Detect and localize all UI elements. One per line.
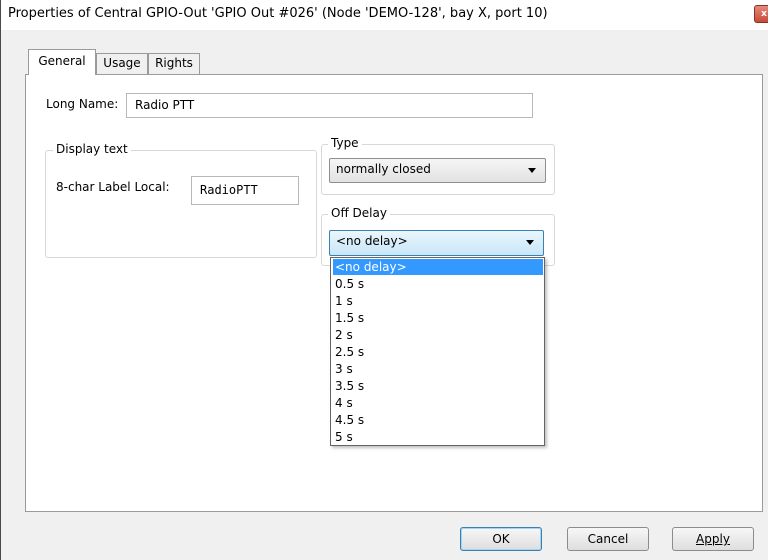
dropdown-option[interactable]: 3 s — [333, 361, 543, 377]
dropdown-option[interactable]: 3.5 s — [333, 378, 543, 394]
window-title: Properties of Central GPIO-Out 'GPIO Out… — [8, 6, 548, 21]
chevron-down-icon — [526, 240, 534, 245]
display-text-group-title: Display text — [53, 142, 131, 156]
chevron-down-icon — [528, 168, 536, 173]
apply-button[interactable]: Apply — [672, 527, 754, 551]
dropdown-option[interactable]: 2 s — [333, 327, 543, 343]
properties-dialog: Properties of Central GPIO-Out 'GPIO Out… — [0, 0, 768, 560]
dropdown-option[interactable]: 1.5 s — [333, 310, 543, 326]
off-delay-select[interactable]: <no delay> — [329, 230, 544, 256]
dropdown-option[interactable]: 5 s — [333, 429, 543, 445]
off-delay-dropdown-list: <no delay> 0.5 s 1 s 1.5 s 2 s 2.5 s 3 s… — [330, 257, 545, 446]
title-bar[interactable]: Properties of Central GPIO-Out 'GPIO Out… — [1, 0, 768, 30]
type-group-title: Type — [328, 136, 362, 150]
dropdown-option[interactable]: 1 s — [333, 293, 543, 309]
label-local-input[interactable]: RadioPTT — [191, 176, 299, 205]
off-delay-select-value: <no delay> — [336, 234, 408, 248]
dropdown-option[interactable]: 4 s — [333, 395, 543, 411]
label-local-label: 8-char Label Local: — [56, 180, 170, 194]
long-name-label: Long Name: — [46, 97, 119, 111]
cancel-button[interactable]: Cancel — [567, 527, 649, 551]
tab-general[interactable]: General — [28, 49, 96, 75]
tab-rights[interactable]: Rights — [148, 53, 200, 74]
dropdown-option[interactable]: <no delay> — [333, 259, 543, 275]
type-select-value: normally closed — [336, 162, 431, 176]
long-name-input[interactable]: Radio PTT — [126, 93, 533, 118]
dropdown-option[interactable]: 2.5 s — [333, 344, 543, 360]
ok-button[interactable]: OK — [460, 527, 542, 551]
close-button[interactable]: x — [754, 5, 768, 23]
off-delay-group-title: Off Delay — [328, 206, 390, 220]
type-select[interactable]: normally closed — [329, 158, 546, 183]
tab-usage[interactable]: Usage — [96, 53, 148, 74]
dropdown-option[interactable]: 0.5 s — [333, 276, 543, 292]
dropdown-option[interactable]: 4.5 s — [333, 412, 543, 428]
close-icon: x — [761, 9, 767, 19]
